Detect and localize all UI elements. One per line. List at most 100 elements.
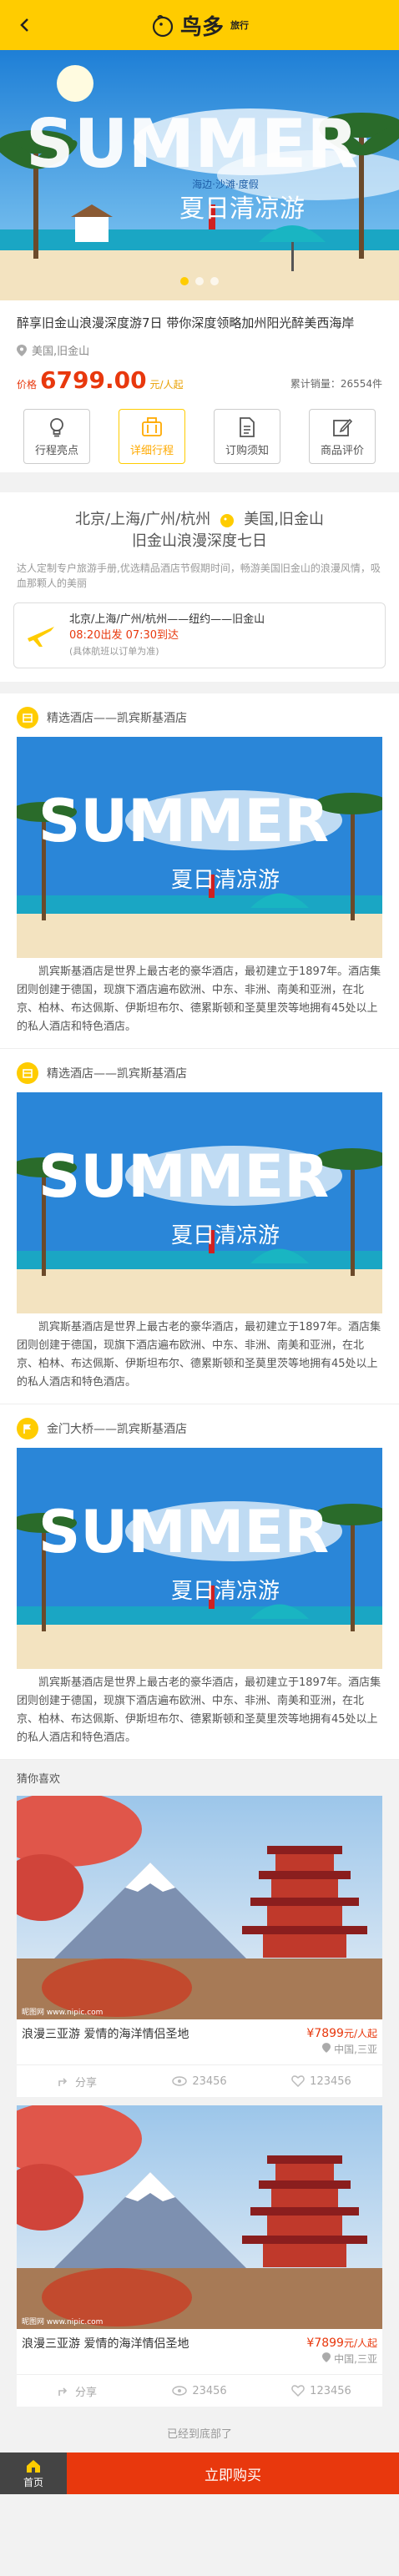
spacer: [0, 682, 399, 693]
svg-text:SUMMER: SUMMER: [38, 787, 329, 855]
share-icon: [58, 2078, 68, 2086]
carousel-dot[interactable]: [195, 277, 204, 285]
edit-icon: [333, 418, 353, 436]
route-to: 美国,旧金山: [244, 511, 324, 528]
product-location-text: 美国,旧金山: [32, 345, 90, 358]
card-location: 中国,三亚: [306, 2352, 377, 2366]
section-text: 凯宾斯基酒店是世界上最古老的豪华酒店，最初建立于1897年。酒店集团则创建于德国…: [17, 1321, 381, 1389]
card-stats: 分享 23456 123456: [17, 2374, 382, 2407]
heart-icon: [291, 2075, 305, 2087]
buy-now-button[interactable]: 立即购买: [67, 2452, 399, 2494]
logo: 鸟多 旅行: [150, 10, 249, 41]
svg-text:夏日清凉游: 夏日清凉游: [171, 1579, 280, 1604]
tab-order-notes[interactable]: 订购须知: [214, 409, 280, 464]
location-pin-icon: [322, 2043, 331, 2053]
section-title: 精选酒店——凯宾斯基酒店: [47, 1067, 187, 1081]
heart-icon: [291, 2385, 305, 2397]
carousel-dot[interactable]: [210, 277, 219, 285]
home-button[interactable]: 首页: [0, 2452, 67, 2494]
product-info: 醉享旧金山浪漫深度游7日 带你深度领略加州阳光醉美西海岸 美国,旧金山 价格 6…: [0, 300, 399, 472]
hero-headline: SUMMER: [26, 105, 358, 183]
card-price-value: ¥7899: [306, 2027, 344, 2040]
carousel-dots: [0, 277, 399, 285]
svg-text:SUMMER: SUMMER: [38, 1498, 329, 1566]
product-tabs: 行程亮点 详细行程 订购须知 商品评价: [17, 409, 382, 464]
share-icon: [58, 2387, 68, 2396]
like-button[interactable]: 123456: [260, 2065, 382, 2097]
home-label: 首页: [23, 2476, 43, 2488]
route-line: 北京/上海/广州/杭州 美国,旧金山: [13, 509, 386, 531]
flight-info: 北京/上海/广州/杭州——纽约——旧金山 08:20出发 07:30到达 (具体…: [13, 602, 386, 668]
suitcase-icon: [142, 416, 162, 436]
flight-route: 北京/上海/广州/杭州——纽约——旧金山: [69, 613, 265, 626]
views-count: 23456: [139, 2375, 260, 2407]
card-price-block: ¥7899元/人起 中国,三亚: [306, 2336, 377, 2366]
section-header: 精选酒店——凯宾斯基酒店: [17, 707, 382, 728]
likes-value: 123456: [310, 2384, 351, 2397]
bulb-icon: [50, 417, 63, 436]
bird-logo-icon: [152, 15, 174, 38]
hotel-section: 精选酒店——凯宾斯基酒店 SUMMER 夏日清凉游 凯宾斯基酒店是世界上最古老的…: [0, 1049, 399, 1404]
flight-lines: 北京/上海/广州/杭州——纽约——旧金山 08:20出发 07:30到达 (具体…: [69, 612, 265, 659]
card-name: 浪漫三亚游 爱情的海洋情侣圣地: [22, 2028, 189, 2041]
tab-itinerary[interactable]: 详细行程: [119, 409, 185, 464]
guess-title: 猜你喜欢: [0, 1760, 399, 1796]
bird-logo-icon: [220, 514, 235, 527]
recommend-card[interactable]: 昵图网 www.nipic.com 浪漫三亚游 爱情的海洋情侣圣地 ¥7899元…: [17, 1796, 382, 2097]
section-image: SUMMER 夏日清凉游: [17, 1092, 382, 1313]
sold-count: 累计销量：26554件: [290, 378, 382, 390]
carousel-dot[interactable]: [180, 277, 189, 285]
svg-text:夏日清凉游: 夏日清凉游: [171, 868, 280, 893]
card-price-unit: 元/人起: [343, 2337, 377, 2349]
card-price-block: ¥7899元/人起 中国,三亚: [306, 2026, 377, 2056]
tab-label: 行程亮点: [34, 444, 78, 457]
section-text: 凯宾斯基酒店是世界上最古老的豪华酒店，最初建立于1897年。酒店集团则创建于德国…: [17, 1676, 381, 1744]
views-value: 23456: [192, 2384, 227, 2397]
share-button[interactable]: 分享: [17, 2065, 139, 2097]
price-value: 6799.00: [40, 366, 147, 394]
section-title: 金门大桥——凯宾斯基酒店: [47, 1423, 187, 1436]
hero-banner[interactable]: SUMMER 海边·沙滩·度假 夏日清凉游: [0, 50, 399, 300]
tab-label: 商品评价: [320, 444, 364, 457]
bottom-bar: 首页 立即购买: [0, 2452, 399, 2494]
hero-script: 海边·沙滩·度假: [192, 178, 259, 190]
logo-main: 鸟多: [179, 14, 224, 40]
tab-highlights[interactable]: 行程亮点: [23, 409, 90, 464]
price-unit: 元/人起: [149, 379, 184, 391]
back-button[interactable]: [12, 12, 38, 38]
location-pin-icon: [322, 2352, 331, 2362]
price-prefix: 价格: [17, 379, 38, 391]
tab-label: 订购须知: [225, 444, 269, 457]
product-title: 醉享旧金山浪漫深度游7日 带你深度领略加州阳光醉美西海岸: [17, 315, 355, 330]
like-button[interactable]: 123456: [260, 2375, 382, 2407]
itinerary-description: 达人定制专户旅游手册,优选精品酒店节假期时间，畅游美国旧金山的浪漫风情，吸血那颗…: [17, 562, 381, 589]
eye-icon: [172, 2386, 188, 2396]
section-image: SUMMER 夏日清凉游: [17, 1448, 382, 1669]
flight-note: (具体航班以订单为准): [69, 646, 159, 657]
flight-time: 08:20出发 07:30到达: [69, 629, 179, 642]
card-price-value: ¥7899: [306, 2337, 344, 2350]
recommend-card[interactable]: 昵图网 www.nipic.com 浪漫三亚游 爱情的海洋情侣圣地 ¥7899元…: [17, 2105, 382, 2407]
tab-label: 详细行程: [129, 444, 174, 457]
eye-icon: [172, 2076, 188, 2086]
card-price: ¥7899元/人起: [306, 2336, 377, 2350]
document-icon: [240, 416, 255, 437]
card-location-text: 中国,三亚: [334, 2044, 377, 2055]
chevron-left-icon: [20, 18, 28, 32]
card-watermark: 昵图网 www.nipic.com: [22, 2008, 103, 2017]
card-info: 浪漫三亚游 爱情的海洋情侣圣地 ¥7899元/人起 中国,三亚: [17, 2019, 382, 2059]
card-image: 昵图网 www.nipic.com: [17, 2105, 382, 2329]
tab-reviews[interactable]: 商品评价: [309, 409, 376, 464]
svg-text:夏日清凉游: 夏日清凉游: [171, 1223, 280, 1248]
flag-icon: [17, 1418, 38, 1439]
card-stats: 分享 23456 123456: [17, 2064, 382, 2097]
section-header: 金门大桥——凯宾斯基酒店: [17, 1418, 382, 1439]
card-location: 中国,三亚: [306, 2042, 377, 2056]
svg-text:SUMMER: SUMMER: [38, 1142, 329, 1211]
card-info: 浪漫三亚游 爱情的海洋情侣圣地 ¥7899元/人起 中国,三亚: [17, 2329, 382, 2369]
share-button[interactable]: 分享: [17, 2375, 139, 2407]
airplane-icon: [28, 626, 54, 647]
spacer: [0, 472, 399, 492]
product-location: 美国,旧金山: [17, 342, 382, 358]
beach-scene: SUMMER 海边·沙滩·度假 夏日清凉游: [0, 50, 399, 300]
